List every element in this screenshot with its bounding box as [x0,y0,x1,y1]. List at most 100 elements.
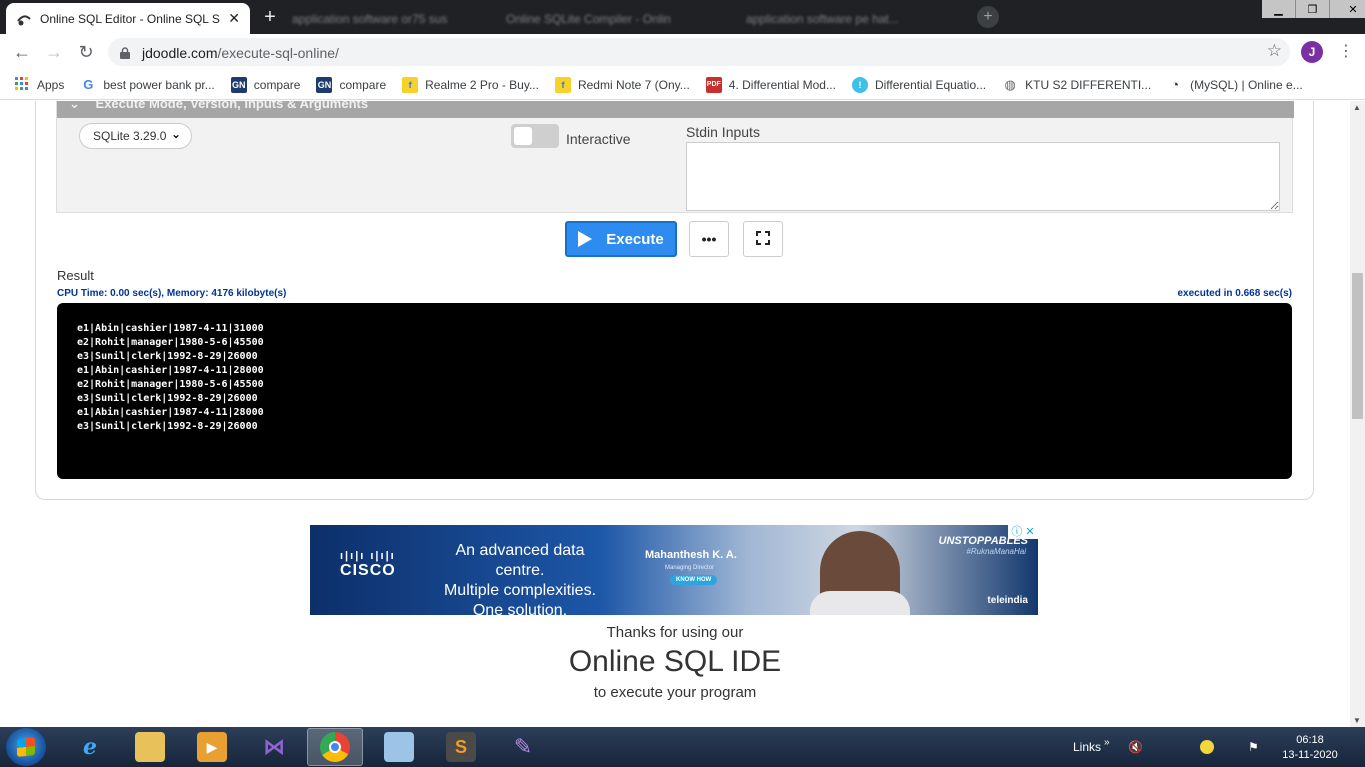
scroll-down-icon[interactable]: ▼ [1353,716,1361,725]
tab-background-2[interactable]: Online SQLite Compiler - Onlin [496,3,721,34]
bookmark-label: best power bank pr... [103,77,215,92]
advertisement-banner[interactable]: ı|ı|ı ı|ı|ı CISCO An advanced data centr… [310,525,1038,615]
reload-icon[interactable]: ↻ [76,42,96,62]
ad-person-photo [810,531,910,615]
tab-close-icon[interactable]: ✕ [228,10,240,27]
tab-background-3[interactable]: application software pe hat... [736,3,966,34]
ad-copy-line: One solution. [472,602,568,615]
bookmark-item[interactable]: PDF 4. Differential Mod... [705,76,836,93]
bookmark-star-icon[interactable]: ☆ [1267,41,1282,61]
output-line: e1|Abin|cashier|1987-4-11|28000 [77,365,264,376]
taskbar-file-explorer[interactable] [122,728,178,766]
tab-title: Online SQL Editor - Online SQL S [40,11,220,26]
url-host: jdoodle.com [142,45,218,61]
new-tab-icon[interactable]: + [258,6,282,29]
forward-arrow-icon[interactable]: → [44,42,64,62]
bookmark-item[interactable]: G best power bank pr... [80,77,214,93]
profile-avatar[interactable]: J [1301,41,1323,63]
bookmark-label: Differential Equatio... [874,77,987,92]
taskbar-sublime[interactable]: S [433,728,489,766]
action-center-flag-icon[interactable]: ⚑ [1248,727,1259,767]
cpu-memory-stats: CPU Time: 0.00 sec(s), Memory: 4176 kilo… [57,288,287,299]
stdin-label: Stdin Inputs [686,124,760,140]
more-icon: ••• [701,231,717,247]
execute-button-label: Execute [606,230,664,248]
bookmark-item[interactable]: f Redmi Note 7 (Ony... [554,76,690,93]
execute-options-header[interactable]: ⌄ Execute Mode, Version, Inputs & Argume… [57,101,1294,118]
url-path: /execute-sql-online/ [217,45,339,61]
result-output[interactable]: e1|Abin|cashier|1987-4-11|31000 e2|Rohit… [57,303,1292,479]
tab-background-1[interactable]: application software or75 sus [282,3,492,34]
bookmark-apps[interactable]: Apps [14,76,65,93]
more-options-button[interactable]: ••• [689,221,729,257]
output-line: e2|Rohit|manager|1980-5-6|45500 [77,337,264,348]
flipkart-icon: f [402,76,419,93]
system-clock[interactable]: 06:18 13-11-2020 [1278,733,1342,763]
links-toolbar[interactable]: Links » [1073,727,1110,767]
bookmark-item[interactable]: GN compare [230,76,300,93]
close-window-icon[interactable]: ✕ [1330,0,1365,18]
page-content: ⌄ Execute Mode, Version, Inputs & Argume… [0,101,1350,727]
minimize-icon[interactable]: ▁ [1262,0,1296,18]
scroll-thumb[interactable] [1352,273,1363,419]
execution-time: executed in 0.668 sec(s) [1177,288,1292,299]
bookmark-item[interactable]: ◔ (MySQL) | Online e... [1167,77,1302,93]
cisco-logo: ı|ı|ı ı|ı|ı CISCO [340,551,396,580]
stdin-input[interactable] [686,142,1280,211]
browser-tab-strip: Online SQL Editor - Online SQL S ✕ + app… [0,0,1365,34]
bookmark-item[interactable]: ◍ KTU S2 DIFFERENTI... [1002,77,1151,93]
collapse-chevron-icon: ⌄ [69,101,80,111]
ad-hashtag: #RuknaManaHai [966,547,1026,556]
bookmark-item[interactable]: ! Differential Equatio... [851,76,987,93]
chevron-down-icon: ⌄ [170,127,181,141]
apps-grid-icon [14,76,30,93]
maximize-icon[interactable]: ❐ [1296,0,1330,18]
interactive-toggle[interactable] [511,124,559,148]
taskbar-control-panel[interactable] [371,728,427,766]
network-icon[interactable] [1200,727,1214,767]
output-line: e3|Sunil|clerk|1992-8-29|26000 [77,421,258,432]
taskbar-internet-explorer[interactable]: e [62,728,118,766]
new-tab-button-icon[interactable]: + [977,6,999,28]
taskbar-visual-studio[interactable]: ⋈ [246,728,302,766]
chrome-icon [320,732,350,762]
back-arrow-icon[interactable]: ← [12,42,32,62]
windows-logo-icon [17,737,35,757]
ad-copy-line: An advanced data centre. [455,542,585,579]
fullscreen-icon [756,230,770,248]
taskbar-feather-app[interactable]: ✎ [495,728,551,766]
interactive-label: Interactive [566,131,631,147]
links-label: Links [1073,740,1102,754]
volume-muted-icon[interactable]: 🔇 [1128,727,1143,767]
url-text: jdoodle.com/execute-sql-online/ [142,45,339,61]
bookmark-item[interactable]: GN compare [316,76,386,93]
footer-thanks: Thanks for using our [606,624,744,641]
start-button[interactable] [6,728,46,766]
bookmark-item[interactable]: f Realme 2 Pro - Buy... [402,76,539,93]
tab-active[interactable]: Online SQL Editor - Online SQL S ✕ [6,3,250,34]
scroll-up-icon[interactable]: ▲ [1353,103,1361,112]
visual-studio-icon: ⋈ [263,734,285,759]
ad-cta-button[interactable]: KNOW HOW [670,575,718,585]
page-scrollbar[interactable]: ▲ ▼ [1350,101,1365,727]
ad-person-role: Managing Director [665,565,715,571]
bookmark-label: Apps [37,77,65,92]
browser-toolbar: ← → ↻ jdoodle.com/execute-sql-online/ ☆ [0,34,1365,70]
execute-button[interactable]: Execute [565,221,677,257]
clock-time: 06:18 [1296,734,1324,746]
sublime-text-icon: S [446,732,476,762]
version-select[interactable]: SQLite 3.29.0 ⌄ [79,123,192,149]
output-line: e1|Abin|cashier|1987-4-11|28000 [77,407,264,418]
bookmark-label: 4. Differential Mod... [728,77,836,92]
fullscreen-button[interactable] [743,221,783,257]
window-controls: ▁ ❐ ✕ [1262,0,1365,18]
browser-menu-icon[interactable]: ⋮ [1338,42,1354,62]
folder-icon [135,732,165,762]
control-panel-icon [384,732,414,762]
address-bar[interactable]: jdoodle.com/execute-sql-online/ ☆ [108,38,1290,66]
output-line: e2|Rohit|manager|1980-5-6|45500 [77,379,264,390]
adchoices-close-icon[interactable]: ⓘ ✕ [1008,525,1038,539]
taskbar-media-player[interactable]: ▶ [184,728,240,766]
gn-icon: GN [316,76,333,93]
taskbar-chrome[interactable] [307,728,363,766]
